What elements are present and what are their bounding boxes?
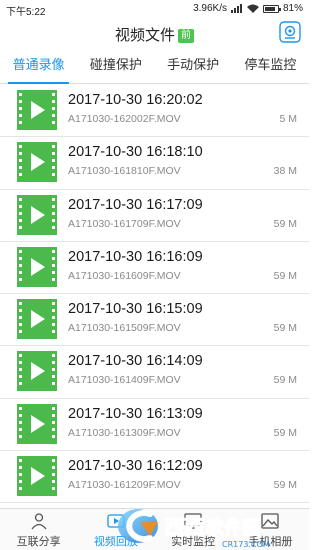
- video-row[interactable]: 2017-10-30 16:13:09 A171030-161309F.MOV 59…: [0, 399, 309, 452]
- title-bar: 视频文件前: [0, 18, 309, 48]
- video-filename: A171030-161810F.MOV: [68, 165, 181, 178]
- video-size: 38 M: [273, 165, 297, 178]
- page-title: 视频文件: [114, 27, 175, 44]
- video-datetime: 2017-10-30 16:13:09: [68, 405, 203, 422]
- video-filename: A171030-162002F.MOV: [68, 113, 181, 125]
- network-speed: 3.96K/s: [193, 3, 227, 14]
- status-bar: 下午5:22 3.96K/s 81%: [0, 0, 309, 18]
- video-size: 59 M: [273, 374, 297, 387]
- video-list: 2017-10-30 16:20:02 A171030-162002F.MOV 5 …: [0, 85, 309, 508]
- tab-parking-monitor[interactable]: 停车监控: [232, 48, 309, 83]
- video-file-icon: [17, 142, 57, 183]
- video-file-icon: [17, 246, 57, 287]
- video-datetime: 2017-10-30 16:18:10: [68, 144, 203, 161]
- video-size: 5 M: [279, 113, 297, 125]
- svg-text:CR173.COM: CR173.COM: [222, 540, 270, 549]
- video-row[interactable]: 2017-10-30 16:12:09 A171030-161209F.MOV 59…: [0, 451, 309, 504]
- video-filename: A171030-161509F.MOV: [68, 322, 181, 335]
- nav-share[interactable]: 互联分享: [0, 509, 77, 550]
- status-indicators: 3.96K/s 81%: [193, 3, 303, 14]
- video-file-icon: [17, 194, 57, 235]
- video-datetime: 2017-10-30 16:12:09: [68, 458, 203, 475]
- video-datetime: 2017-10-30 16:17:09: [68, 196, 203, 213]
- video-file-icon: [17, 299, 57, 340]
- watermark-logo: 西西 软件园 CR173.COM: [110, 500, 309, 550]
- video-file-icon: [17, 403, 57, 444]
- video-size: 59 M: [273, 479, 297, 492]
- wifi-icon: [246, 4, 259, 13]
- video-row[interactable]: 2017-10-30 16:20:02 A171030-162002F.MOV 5 …: [0, 85, 309, 138]
- category-tabs: 普通录像 碰撞保护 手动保护 停车监控: [0, 48, 309, 84]
- video-filename: A171030-161209F.MOV: [68, 479, 181, 492]
- video-filename: A171030-161309F.MOV: [68, 426, 181, 439]
- video-size: 59 M: [273, 269, 297, 282]
- video-filename: A171030-161609F.MOV: [68, 269, 181, 282]
- person-icon: [30, 512, 48, 530]
- video-row[interactable]: 2017-10-30 16:18:10 A171030-161810F.MOV 38…: [0, 137, 309, 190]
- video-row[interactable]: 2017-10-30 16:14:09 A171030-161409F.MOV 59…: [0, 346, 309, 399]
- video-datetime: 2017-10-30 16:15:09: [68, 301, 203, 318]
- video-datetime: 2017-10-30 16:14:09: [68, 353, 203, 370]
- battery-icon: [262, 4, 281, 13]
- video-row[interactable]: 2017-10-30 16:15:09 A171030-161509F.MOV 59…: [0, 294, 309, 347]
- nav-share-label: 互联分享: [16, 536, 61, 548]
- video-file-icon: [17, 351, 57, 392]
- video-size: 59 M: [273, 322, 297, 335]
- video-size: 59 M: [273, 426, 297, 439]
- camera-switch-icon[interactable]: [279, 21, 301, 43]
- signal-icon: [230, 4, 243, 13]
- video-filename: A171030-161709F.MOV: [68, 217, 181, 230]
- battery-percent: 81%: [282, 3, 303, 14]
- video-row[interactable]: 2017-10-30 16:16:09 A171030-161609F.MOV 59…: [0, 242, 309, 295]
- tab-collision-protection[interactable]: 碰撞保护: [77, 48, 154, 83]
- svg-text:软件园: 软件园: [206, 517, 260, 539]
- video-file-icon: [17, 90, 57, 130]
- status-time: 下午5:22: [6, 7, 46, 18]
- tab-manual-protection[interactable]: 手动保护: [155, 48, 232, 83]
- video-datetime: 2017-10-30 16:20:02: [68, 92, 203, 108]
- video-row[interactable]: 2017-10-30 16:17:09 A171030-161709F.MOV 59…: [0, 190, 309, 242]
- page-title-wrap: 视频文件前: [0, 24, 309, 45]
- tab-normal-recording[interactable]: 普通录像: [0, 48, 77, 84]
- video-size: 59 M: [273, 217, 297, 230]
- camera-badge: 前: [178, 29, 194, 43]
- video-file-icon: [17, 456, 57, 497]
- svg-text:西西: 西西: [164, 515, 204, 539]
- video-datetime: 2017-10-30 16:16:09: [68, 248, 203, 265]
- video-filename: A171030-161409F.MOV: [68, 374, 181, 387]
